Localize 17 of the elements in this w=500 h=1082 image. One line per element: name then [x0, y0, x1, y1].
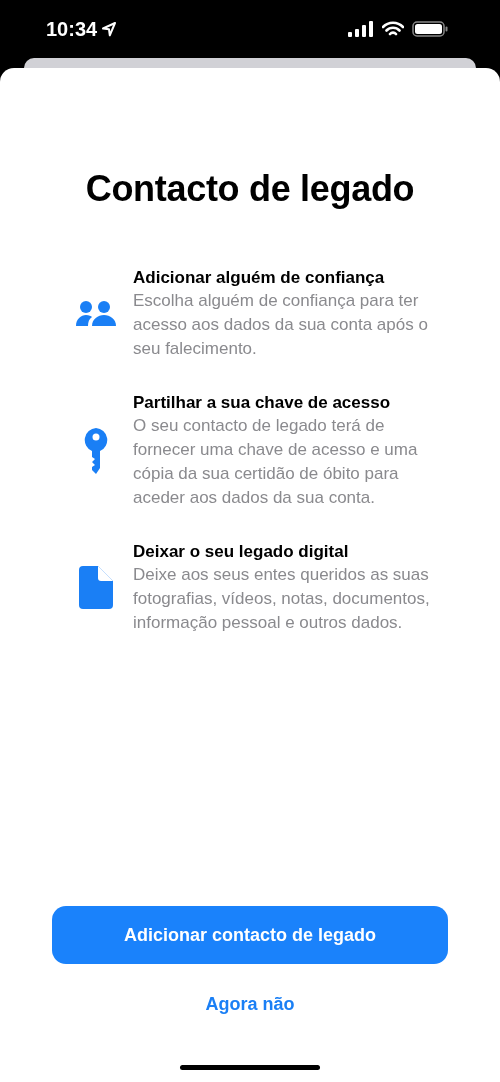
feature-heading: Deixar o seu legado digital	[133, 541, 350, 563]
battery-icon	[412, 21, 448, 37]
feature-heading: Partilhar a sua chave de acesso	[133, 392, 392, 414]
status-time: 10:34	[46, 17, 98, 41]
location-arrow-icon	[101, 21, 118, 37]
document-icon	[79, 566, 113, 609]
feature-description: Deixe aos seus entes queridos as suas fotografias, vídeos, notas, documentos, informação pessoal e outros dados.	[133, 564, 431, 634]
not-now-button[interactable]: Agora não	[197, 990, 303, 1019]
wifi-icon	[382, 21, 404, 37]
key-icon	[84, 427, 108, 474]
feature-description: O seu contacto de legado terá de fornecer uma chave de acesso e uma cópia da sua certidão de óbito para aceder aos dados da sua conta.	[133, 415, 419, 509]
feature-heading: Adicionar alguém de confiança	[133, 267, 386, 289]
add-legacy-contact-button[interactable]: Adicionar contacto de legado	[52, 906, 448, 964]
sheet-title: Contacto de legado	[85, 168, 415, 210]
people-icon	[76, 299, 116, 328]
feature-description: Escolha alguém de confiança para ter acesso aos dados da sua conta após o seu falecimento.	[133, 290, 429, 360]
signal-icon	[348, 21, 374, 37]
